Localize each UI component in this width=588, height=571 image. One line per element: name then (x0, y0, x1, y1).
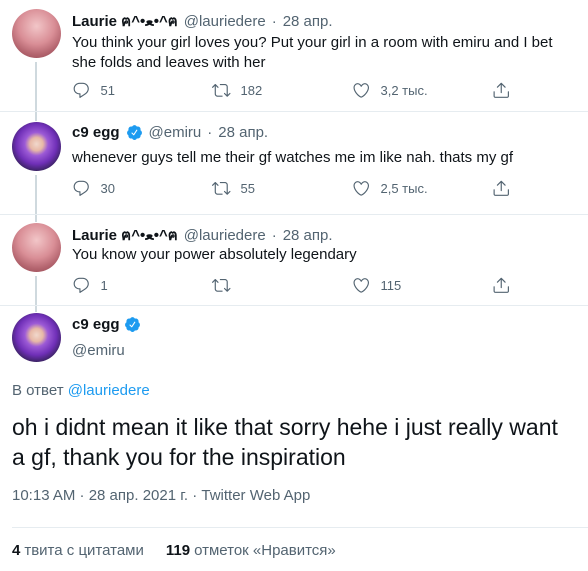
tweet-stats: 4 твита с цитатами 119 отметок «Нравится» (12, 542, 336, 559)
tweet-date[interactable]: 28 апр. (283, 227, 333, 244)
tweet-text: oh i didnt mean it like that sorry hehe … (12, 414, 558, 470)
reply-icon (73, 277, 89, 293)
verified-badge-icon (124, 317, 140, 332)
tweet-3[interactable]: Laurie ฅ^•ﻌ•^ฅ @lauriedere · 28 апр. You… (0, 215, 588, 306)
author-handle[interactable]: @lauriedere (184, 13, 266, 30)
separator: · (271, 226, 277, 244)
reply-count: 51 (100, 82, 115, 98)
divider (12, 527, 588, 528)
like-icon (353, 278, 369, 293)
likes-link[interactable]: 119 отметок «Нравится» (166, 542, 336, 559)
like-button[interactable]: 2,5 тыс. (352, 179, 432, 198)
thread-connector (35, 112, 37, 121)
thread-connector (35, 175, 37, 215)
retweet-button[interactable]: 55 (212, 179, 292, 198)
author-name[interactable]: Laurie ฅ^•ﻌ•^ฅ (72, 223, 178, 247)
tweet-actions: 30 55 2,5 тыс. (72, 179, 512, 198)
avatar[interactable] (12, 122, 61, 171)
tweet-actions: 1 115 (72, 276, 512, 295)
divider (0, 305, 588, 306)
like-count: 2,5 тыс. (380, 180, 428, 196)
likes-count: 119 (165, 542, 191, 559)
retweet-icon (212, 84, 231, 97)
retweet-count: 182 (240, 82, 263, 98)
author-name-row: c9 egg (72, 316, 141, 333)
author-name[interactable]: Laurie ฅ^•ﻌ•^ฅ (72, 9, 178, 33)
avatar[interactable] (12, 9, 61, 58)
like-button[interactable]: 115 (352, 276, 432, 295)
author-handle[interactable]: @emiru (149, 124, 202, 141)
author-name[interactable]: c9 egg (72, 316, 120, 333)
reply-button[interactable]: 1 (72, 276, 152, 295)
tweet-actions: 51 182 3,2 тыс. (72, 81, 512, 100)
quote-label: твита с цитатами (24, 542, 144, 559)
tweet-date[interactable]: 28 апр. (218, 124, 268, 141)
author-handle[interactable]: @lauriedere (184, 227, 266, 244)
retweet-button[interactable] (212, 276, 292, 295)
retweet-count: 55 (240, 180, 255, 196)
reply-icon (73, 180, 89, 196)
tweet-text: whenever guys tell me their gf watches m… (72, 149, 514, 166)
thread-connector (35, 276, 37, 306)
share-icon (493, 277, 509, 293)
tweet-text: You think your girl loves you? Put your … (72, 34, 553, 71)
tweet-1[interactable]: Laurie ฅ^•ﻌ•^ฅ @lauriedere · 28 апр. You… (0, 0, 588, 112)
reply-count: 30 (100, 180, 115, 196)
like-count: 115 (380, 277, 402, 293)
reply-to-link[interactable]: @lauriedere (68, 382, 150, 399)
reply-button[interactable]: 51 (72, 81, 152, 100)
like-icon (353, 181, 369, 196)
share-icon (493, 82, 509, 98)
tweet-header: c9 egg @emiru · 28 апр. (72, 124, 268, 141)
verified-badge-icon (126, 125, 142, 140)
thread-connector (35, 62, 37, 112)
thread-connector (35, 215, 37, 222)
reply-context: В ответ @lauriedere (12, 382, 150, 399)
tweet-2[interactable]: c9 egg @emiru · 28 апр. whenever guys te… (0, 112, 588, 215)
share-button[interactable] (492, 179, 512, 198)
reply-prefix: В ответ (12, 382, 64, 399)
quote-tweets-link[interactable]: 4 твита с цитатами (12, 542, 144, 559)
retweet-button[interactable]: 182 (212, 81, 292, 100)
share-button[interactable] (492, 81, 512, 100)
thread-connector (35, 306, 37, 312)
like-button[interactable]: 3,2 тыс. (352, 81, 432, 100)
avatar[interactable] (12, 313, 61, 362)
divider (0, 214, 588, 215)
reply-button[interactable]: 30 (72, 179, 152, 198)
separator: · (271, 12, 277, 30)
author-handle[interactable]: @emiru (72, 342, 125, 359)
separator: · (207, 124, 213, 141)
share-icon (493, 180, 509, 196)
avatar[interactable] (12, 223, 61, 272)
divider (0, 111, 588, 112)
reply-count: 1 (100, 277, 108, 293)
likes-label: отметок «Нравится» (194, 542, 336, 559)
retweet-icon (212, 279, 231, 292)
tweet-meta[interactable]: 10:13 AM · 28 апр. 2021 г. · Twitter Web… (12, 487, 310, 504)
tweet-header: Laurie ฅ^•ﻌ•^ฅ @lauriedere · 28 апр. (72, 9, 333, 33)
tweet-header: Laurie ฅ^•ﻌ•^ฅ @lauriedere · 28 апр. (72, 223, 333, 247)
like-icon (353, 83, 369, 98)
author-name[interactable]: c9 egg (72, 124, 120, 141)
like-count: 3,2 тыс. (380, 82, 428, 98)
share-button[interactable] (492, 276, 512, 295)
tweet-text: You know your power absolutely legendary (72, 246, 357, 263)
quote-count: 4 (12, 542, 21, 559)
tweet-date[interactable]: 28 апр. (283, 13, 333, 30)
retweet-icon (212, 182, 231, 195)
reply-icon (73, 82, 89, 98)
